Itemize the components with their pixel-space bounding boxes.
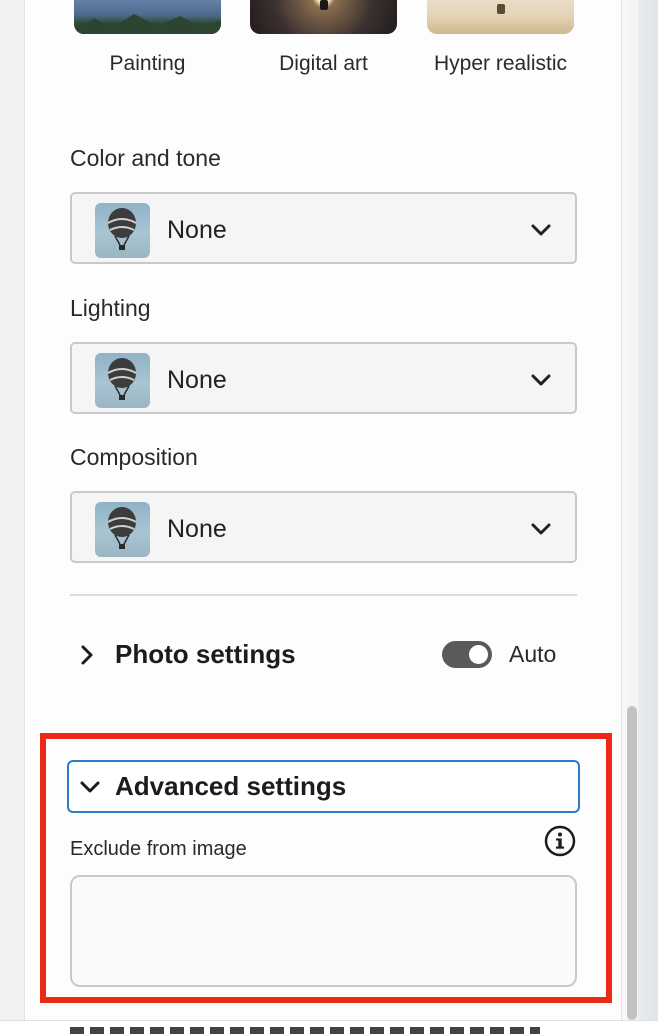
bottom-content-strip	[0, 1020, 658, 1034]
color-tone-dropdown[interactable]: None	[70, 192, 577, 264]
figure-icon	[320, 0, 328, 10]
color-tone-value: None	[167, 216, 227, 244]
settings-screen: Painting Digital art Hyper realistic Col…	[0, 0, 658, 1034]
style-label-digital-art[interactable]: Digital art	[250, 52, 397, 76]
section-divider	[70, 594, 577, 596]
scrollbar-thumb[interactable]	[627, 706, 637, 1020]
advanced-settings-header[interactable]: Advanced settings	[67, 760, 580, 813]
lighting-dropdown[interactable]: None	[70, 342, 577, 414]
hot-air-balloon-icon	[95, 502, 150, 557]
style-label-painting[interactable]: Painting	[74, 52, 221, 76]
chevron-down-icon	[531, 374, 551, 386]
hot-air-balloon-icon	[95, 353, 150, 408]
chevron-down-icon	[531, 224, 551, 236]
composition-label: Composition	[70, 444, 198, 470]
chevron-right-icon[interactable]	[76, 644, 98, 666]
cutoff-text	[70, 1027, 540, 1034]
exclude-from-image-input[interactable]	[70, 875, 577, 987]
photo-settings-title[interactable]: Photo settings	[115, 639, 296, 670]
auto-toggle-label: Auto	[509, 641, 557, 667]
style-label-hyper-realistic[interactable]: Hyper realistic	[412, 52, 589, 76]
composition-dropdown[interactable]: None	[70, 491, 577, 563]
lighting-label: Lighting	[70, 295, 151, 321]
lighting-value: None	[167, 366, 227, 394]
color-tone-label: Color and tone	[70, 145, 221, 171]
advanced-settings-title: Advanced settings	[115, 771, 347, 801]
mountain-icon	[74, 14, 221, 34]
chevron-down-icon	[531, 523, 551, 535]
info-icon[interactable]	[544, 825, 576, 857]
toggle-knob	[469, 645, 488, 664]
style-painting-thumbnail[interactable]	[74, 0, 221, 34]
chevron-down-icon	[80, 781, 100, 793]
hot-air-balloon-icon	[95, 203, 150, 258]
auto-toggle[interactable]	[442, 641, 492, 668]
exclude-from-image-label: Exclude from image	[70, 838, 247, 860]
composition-value: None	[167, 515, 227, 543]
figure-icon	[497, 4, 505, 14]
style-digital-art-thumbnail[interactable]	[250, 0, 397, 34]
style-hyper-realistic-thumbnail[interactable]	[427, 0, 574, 34]
